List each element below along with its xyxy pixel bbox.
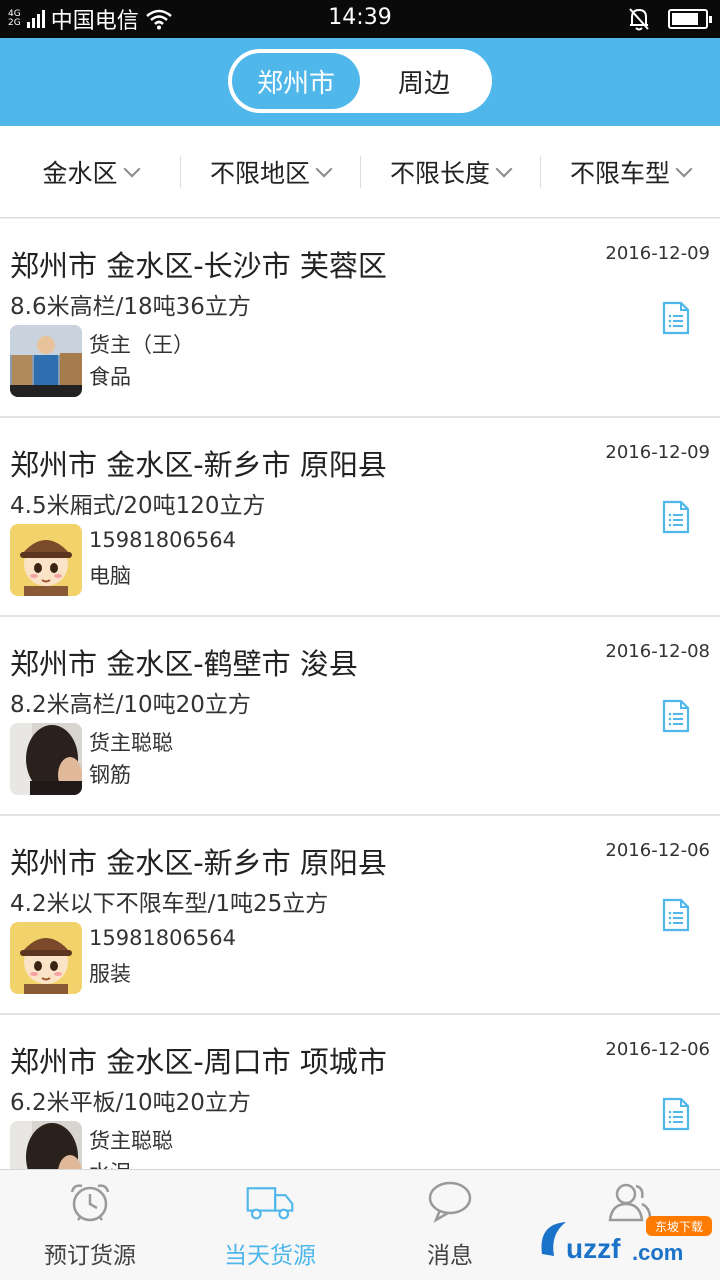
goods-type: 电脑 <box>89 564 131 588</box>
cartoon-courier-avatar <box>10 922 82 994</box>
post-date: 2016-12-06 <box>605 840 710 861</box>
document-icon[interactable] <box>662 1097 690 1131</box>
uzzf-watermark-logo: uzzf .com 东坡下载 <box>541 1216 712 1265</box>
warehouse-worker-avatar <box>10 325 82 397</box>
cargo-card[interactable]: 郑州市 金水区-新乡市 原阳县 2016-12-06 4.2米以下不限车型/1吨… <box>0 816 720 1015</box>
vehicle-type-filter[interactable]: 不限车型 <box>540 126 720 217</box>
route: 郑州市 金水区-新乡市 原阳县 <box>10 846 387 880</box>
avatar <box>10 325 82 397</box>
cargo-card[interactable]: 郑州市 金水区-新乡市 原阳县 2016-12-09 4.5米厢式/20吨120… <box>0 418 720 617</box>
document-icon[interactable] <box>662 301 690 335</box>
tab-today-cargo[interactable]: 当天货源 <box>180 1170 360 1280</box>
vehicle-spec: 6.2米平板/10吨20立方 <box>10 1090 251 1116</box>
alarm-clock-icon <box>70 1184 110 1222</box>
goods-type: 水泥 <box>89 1157 131 1169</box>
svg-text:uzzf: uzzf <box>566 1233 621 1264</box>
chevron-down-icon <box>315 160 333 177</box>
filter-bar: 金水区 不限地区 不限长度 不限车型 <box>0 126 720 218</box>
header: 郑州市 周边 <box>0 38 720 126</box>
post-date: 2016-12-09 <box>605 442 710 463</box>
woman-photo-avatar <box>10 723 82 795</box>
post-date: 2016-12-06 <box>605 1039 710 1060</box>
owner-name: 15981806564 <box>89 528 236 552</box>
battery-icon <box>668 9 712 29</box>
cargo-card[interactable]: 郑州市 金水区-长沙市 芙蓉区 2016-12-09 8.6米高栏/18吨36立… <box>0 219 720 418</box>
owner-name: 货主（王） <box>89 333 194 357</box>
mute-bell-icon <box>629 8 649 31</box>
cargo-list: 郑州市 金水区-长沙市 芙蓉区 2016-12-09 8.6米高栏/18吨36立… <box>0 219 720 1169</box>
post-date: 2016-12-09 <box>605 243 710 264</box>
tab-messages[interactable]: 消息 <box>360 1170 540 1280</box>
chevron-down-icon <box>123 160 140 177</box>
vehicle-spec: 8.6米高栏/18吨36立方 <box>10 294 251 320</box>
truck-icon <box>246 1187 294 1220</box>
cartoon-courier-avatar <box>10 524 82 596</box>
chevron-down-icon <box>495 160 513 177</box>
route: 郑州市 金水区-鹤壁市 浚县 <box>10 647 358 681</box>
vehicle-spec: 8.2米高栏/10吨20立方 <box>10 692 251 718</box>
goods-type: 食品 <box>89 365 131 389</box>
avatar <box>10 922 82 994</box>
goods-type: 服装 <box>89 962 131 986</box>
district-filter[interactable]: 金水区 <box>0 126 180 217</box>
route: 郑州市 金水区-新乡市 原阳县 <box>10 448 387 482</box>
chevron-down-icon <box>675 160 693 177</box>
owner-name: 15981806564 <box>89 926 236 950</box>
vehicle-spec: 4.2米以下不限车型/1吨25立方 <box>10 891 329 917</box>
clock: 14:39 <box>328 5 392 30</box>
length-filter[interactable]: 不限长度 <box>360 126 540 217</box>
cargo-card[interactable]: 郑州市 金水区-鹤壁市 浚县 2016-12-08 8.2米高栏/10吨20立方… <box>0 617 720 816</box>
city-segmented-control: 郑州市 周边 <box>228 49 492 113</box>
tab-nearby[interactable]: 周边 <box>360 53 488 109</box>
owner-name: 货主聪聪 <box>89 1129 173 1153</box>
avatar <box>10 524 82 596</box>
avatar <box>10 1121 82 1169</box>
document-icon[interactable] <box>662 699 690 733</box>
tab-zhengzhou[interactable]: 郑州市 <box>232 53 360 109</box>
region-filter[interactable]: 不限地区 <box>180 126 360 217</box>
goods-type: 钢筋 <box>89 763 131 787</box>
avatar <box>10 723 82 795</box>
route: 郑州市 金水区-周口市 项城市 <box>10 1045 387 1079</box>
tab-reserved-cargo[interactable]: 预订货源 <box>0 1170 180 1280</box>
chat-bubble-icon <box>428 1181 472 1223</box>
vehicle-spec: 4.5米厢式/20吨120立方 <box>10 493 266 519</box>
svg-text:东坡下载: 东坡下载 <box>655 1220 703 1234</box>
route: 郑州市 金水区-长沙市 芙蓉区 <box>10 249 387 283</box>
svg-text:.com: .com <box>632 1240 683 1265</box>
document-icon[interactable] <box>662 898 690 932</box>
post-date: 2016-12-08 <box>605 641 710 662</box>
owner-name: 货主聪聪 <box>89 731 173 755</box>
status-bar: 4G 2G 中国电信 14:39 <box>0 0 720 38</box>
cargo-card[interactable]: 郑州市 金水区-周口市 项城市 2016-12-06 6.2米平板/10吨20立… <box>0 1015 720 1169</box>
document-icon[interactable] <box>662 500 690 534</box>
woman-photo-avatar <box>10 1121 82 1169</box>
